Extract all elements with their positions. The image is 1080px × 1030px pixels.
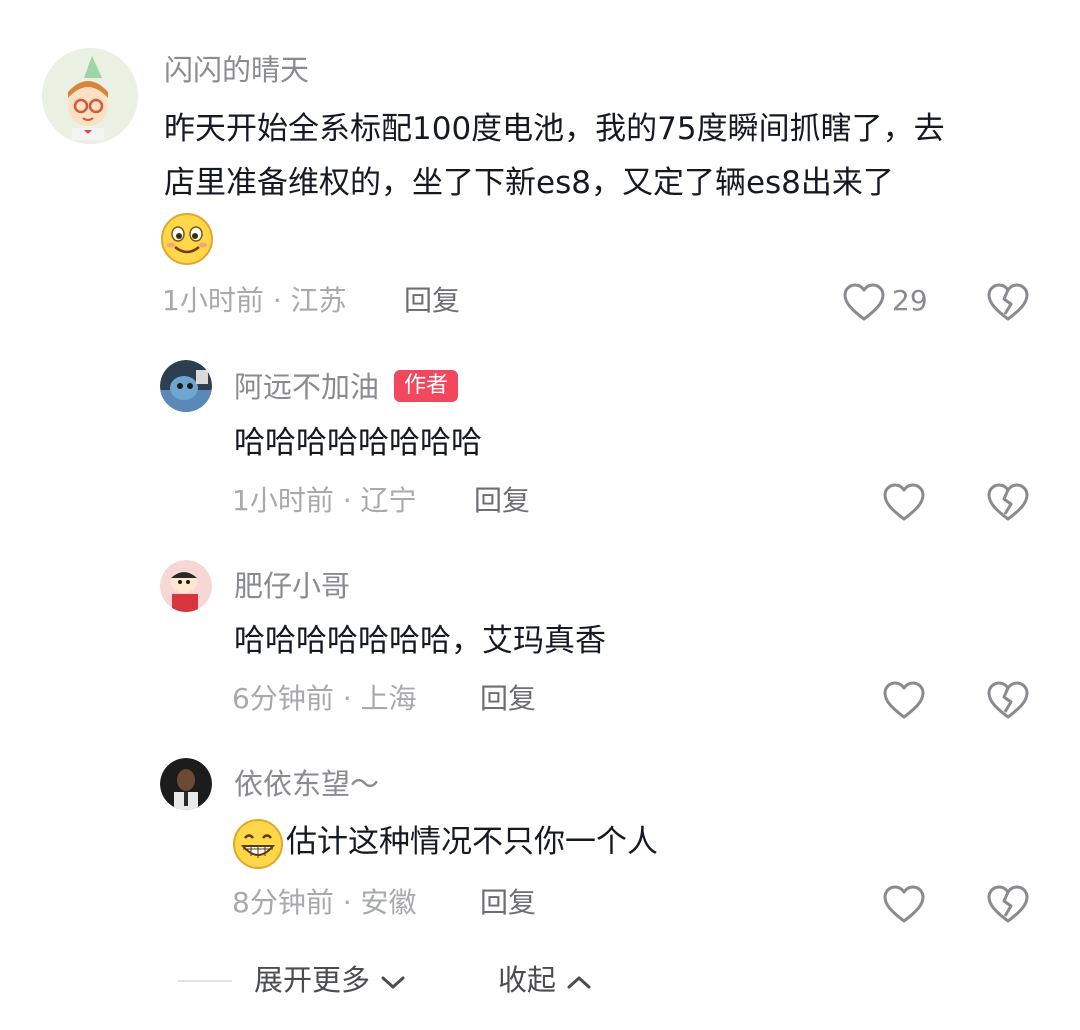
comment-meta: 6分钟前 · 上海 回复	[232, 682, 632, 716]
avatar[interactable]	[42, 48, 138, 144]
like-heart-icon[interactable]	[882, 482, 926, 522]
avatar[interactable]	[160, 758, 212, 810]
collapse-label: 收起	[498, 963, 557, 997]
comment-username[interactable]: 肥仔小哥	[234, 568, 350, 604]
grinning-face-emoji-icon	[232, 818, 284, 870]
reply-button[interactable]: 回复	[474, 484, 530, 518]
separator-dot: ·	[342, 886, 361, 919]
like-heart-icon[interactable]	[882, 884, 926, 924]
dislike-broken-heart-icon[interactable]	[986, 884, 1030, 924]
like-heart-icon[interactable]	[882, 680, 926, 720]
separator-dot: ·	[342, 682, 361, 715]
comment-username[interactable]: 闪闪的晴天	[164, 52, 309, 88]
avatar[interactable]	[160, 560, 212, 612]
smiling-face-emoji-icon	[160, 212, 214, 266]
comment-location: 辽宁	[360, 484, 417, 517]
footer-divider	[178, 980, 232, 982]
comment-meta: 1小时前 · 江苏 回复	[162, 284, 562, 318]
expand-more-button[interactable]: 展开更多	[254, 962, 407, 998]
comment-time: 6分钟前	[232, 682, 334, 715]
comment-meta: 1小时前 · 辽宁 回复	[232, 484, 632, 518]
reply-button[interactable]: 回复	[404, 284, 460, 318]
dislike-broken-heart-icon[interactable]	[986, 482, 1030, 522]
dislike-broken-heart-icon[interactable]	[986, 282, 1030, 322]
like-count: 29	[892, 284, 928, 317]
expand-more-label: 展开更多	[254, 963, 371, 997]
comment-time: 8分钟前	[232, 886, 334, 919]
comment-text: 哈哈哈哈哈哈哈，艾玛真香	[234, 623, 606, 659]
dislike-broken-heart-icon[interactable]	[986, 680, 1030, 720]
reply-button[interactable]: 回复	[480, 886, 536, 920]
like-heart-icon[interactable]	[842, 282, 886, 322]
avatar[interactable]	[160, 360, 212, 412]
comment-meta: 8分钟前 · 安徽 回复	[232, 886, 632, 920]
comment-text-line: 店里准备维权的，坐了下新es8，又定了辆es8出来了	[164, 165, 894, 201]
separator-dot: ·	[272, 284, 291, 317]
comment-text: 哈哈哈哈哈哈哈哈	[234, 425, 482, 461]
separator-dot: ·	[342, 484, 361, 517]
comment-username[interactable]: 阿远不加油	[234, 369, 379, 405]
comment-text: 估计这种情况不只你一个人	[286, 824, 658, 860]
comment-text: 昨天开始全系标配100度电池，我的75度瞬间抓瞎了，去 店里准备维权的，坐了下新…	[164, 102, 945, 210]
author-badge: 作者	[394, 370, 459, 402]
comment-text-line: 昨天开始全系标配100度电池，我的75度瞬间抓瞎了，去	[164, 111, 945, 147]
comment-username[interactable]: 依依东望～	[234, 766, 379, 802]
chevron-down-icon	[381, 976, 405, 989]
comment-location: 安徽	[360, 886, 417, 919]
reply-button[interactable]: 回复	[480, 682, 536, 716]
comment-time: 1小时前	[232, 484, 334, 517]
comment-location: 江苏	[290, 284, 347, 317]
comment-time: 1小时前	[162, 284, 264, 317]
comment-location: 上海	[360, 682, 417, 715]
chevron-up-icon	[567, 976, 591, 989]
collapse-button[interactable]: 收起	[498, 962, 593, 998]
